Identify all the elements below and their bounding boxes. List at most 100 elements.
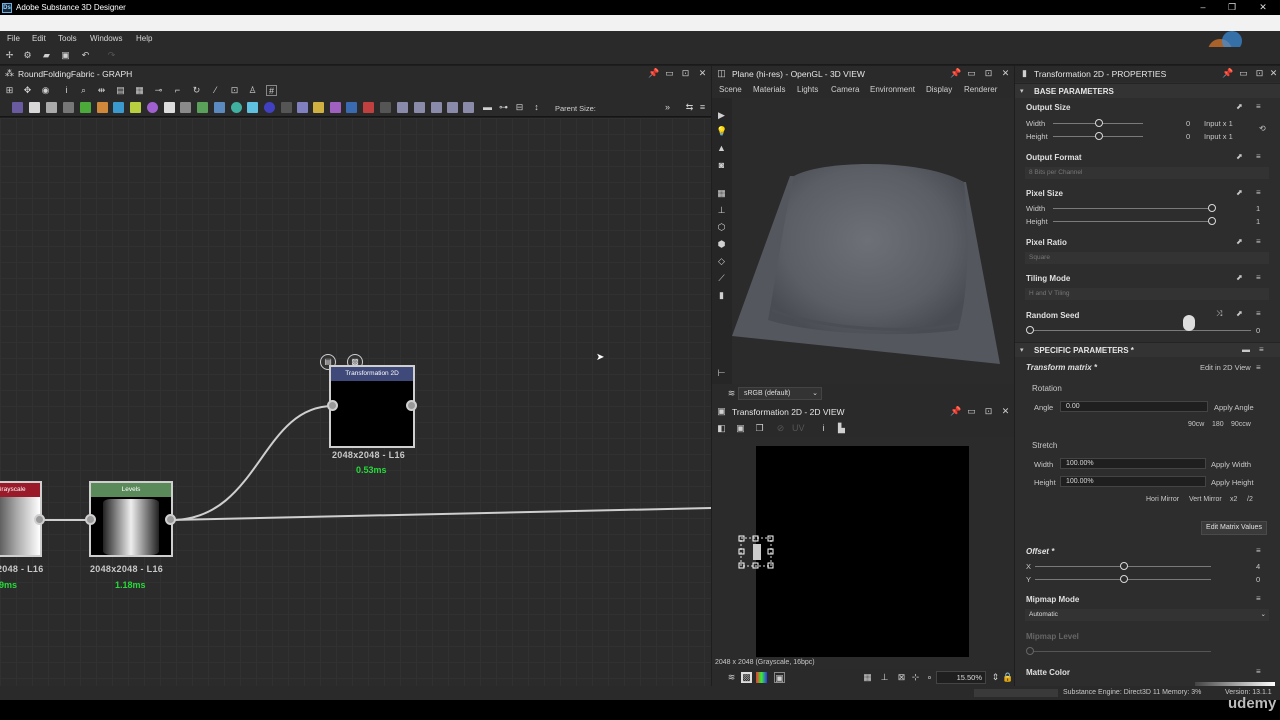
align-icon[interactable]: ▤ xyxy=(115,85,126,96)
menu-icon[interactable]: ≡ xyxy=(1256,152,1261,161)
input-port[interactable] xyxy=(327,400,338,411)
maximize-icon[interactable]: ⊡ xyxy=(1254,68,1265,79)
stretch-height-input[interactable]: 100.00% xyxy=(1060,476,1206,487)
info-icon[interactable]: i xyxy=(818,423,829,434)
menu-icon[interactable]: ≡ xyxy=(1256,546,1261,555)
shuffle-icon[interactable] xyxy=(63,102,74,113)
gradient-icon[interactable] xyxy=(46,102,57,113)
axis-icon[interactable]: ⊥ xyxy=(716,205,727,216)
pixel-ratio-dropdown[interactable]: Square xyxy=(1025,252,1269,264)
video-icon[interactable]: ▶ xyxy=(716,110,727,121)
mipmap-mode-dropdown[interactable]: Automatic ⌄ xyxy=(1025,609,1269,621)
edit-in-2d-view-link[interactable]: Edit in 2D View xyxy=(1200,363,1251,372)
menu-windows[interactable]: Windows xyxy=(90,34,122,43)
save-icon[interactable]: ▣ xyxy=(60,50,71,61)
output-height-knob[interactable] xyxy=(1095,132,1103,140)
histogram-icon[interactable]: ▙ xyxy=(836,423,847,434)
randomize-icon[interactable]: ⤨ xyxy=(1216,309,1222,319)
base-parameters-section[interactable]: ▾ BASE PARAMETERS xyxy=(1015,83,1280,98)
restore-icon[interactable]: ❐ xyxy=(1225,2,1239,13)
normal-icon[interactable] xyxy=(264,102,275,113)
copy-icon[interactable]: ❐ xyxy=(754,423,765,434)
pan-icon[interactable]: ⊥ xyxy=(879,672,890,683)
redo-icon[interactable]: ↷ xyxy=(106,50,117,61)
checker-icon[interactable] xyxy=(164,102,175,113)
info-icon[interactable]: i xyxy=(61,85,72,96)
export-icon[interactable]: ⊡ xyxy=(229,85,240,96)
edit-matrix-values-button[interactable]: Edit Matrix Values xyxy=(1201,521,1267,535)
float-icon[interactable]: ▭ xyxy=(966,406,977,417)
maximize-icon[interactable]: ⊡ xyxy=(983,68,994,79)
layers-icon[interactable]: ≋ xyxy=(726,388,737,399)
curve-icon[interactable] xyxy=(80,102,91,113)
output-port[interactable] xyxy=(165,514,176,525)
snap-icon[interactable]: # xyxy=(266,85,277,96)
pixel-height-knob[interactable] xyxy=(1208,217,1216,225)
blend-icon[interactable] xyxy=(180,102,191,113)
tile5-icon[interactable] xyxy=(463,102,474,113)
close-panel-icon[interactable]: ✕ xyxy=(1268,68,1279,79)
input-port[interactable] xyxy=(85,514,96,525)
menu-icon[interactable]: ≡ xyxy=(1256,188,1261,197)
hori-mirror-button[interactable]: Hori Mirror xyxy=(1146,496,1179,503)
menu-icon[interactable]: ≡ xyxy=(1256,667,1261,676)
pattern-icon[interactable] xyxy=(297,102,308,113)
zoom-dot-icon[interactable]: ∘ xyxy=(924,672,935,683)
function-graph-icon[interactable]: ⬈ xyxy=(1236,188,1243,197)
mountain-icon[interactable] xyxy=(247,102,258,113)
minimize-icon[interactable]: – xyxy=(1196,2,1210,12)
menu-help[interactable]: Help xyxy=(136,34,152,43)
person-icon[interactable]: ♙ xyxy=(247,85,258,96)
menu-file[interactable]: File xyxy=(7,34,20,43)
menu-lights[interactable]: Lights xyxy=(797,85,818,94)
pixel-processor-icon[interactable] xyxy=(113,102,124,113)
environment-icon[interactable]: ▲ xyxy=(716,143,727,154)
screenshot-icon[interactable]: ◙ xyxy=(716,160,727,171)
triangle-icon[interactable] xyxy=(313,102,324,113)
apply-height-button[interactable]: Apply Height xyxy=(1211,478,1254,487)
view2d-viewport[interactable] xyxy=(712,437,1014,659)
tile2-icon[interactable] xyxy=(414,102,425,113)
wire-icon[interactable]: ⬢ xyxy=(716,239,727,250)
expand-icon[interactable]: ⊢ xyxy=(716,368,727,379)
menu-tools[interactable]: Tools xyxy=(58,34,77,43)
sphere-icon[interactable] xyxy=(147,102,158,113)
wand-icon[interactable]: ⁄ xyxy=(210,85,221,96)
output-port[interactable] xyxy=(34,514,45,525)
function-graph-icon[interactable]: ⬈ xyxy=(1236,102,1243,111)
tile4-icon[interactable] xyxy=(447,102,458,113)
angle-input[interactable]: 0.00 xyxy=(1060,401,1208,412)
fx-map-icon[interactable] xyxy=(363,102,374,113)
center-icon[interactable]: ⊹ xyxy=(910,672,921,683)
warp-icon[interactable] xyxy=(197,102,208,113)
stretch-width-input[interactable]: 100.00% xyxy=(1060,458,1206,469)
pin-node-icon[interactable]: ⊶ xyxy=(498,102,509,113)
colorspace-select[interactable]: sRGB (default) ⌄ xyxy=(738,387,822,400)
apply-width-button[interactable]: Apply Width xyxy=(1211,460,1251,469)
pin-icon[interactable]: 📌 xyxy=(950,406,961,417)
dots-icon[interactable] xyxy=(281,102,292,113)
menu-environment[interactable]: Environment xyxy=(870,85,915,94)
layers-icon[interactable]: ≋ xyxy=(726,672,737,683)
vert-mirror-button[interactable]: Vert Mirror xyxy=(1189,496,1222,503)
channel-icon[interactable]: ▣ xyxy=(774,672,785,683)
output-port[interactable] xyxy=(406,400,417,411)
function-icon[interactable] xyxy=(380,102,391,113)
link-icon[interactable]: ⊸ xyxy=(153,85,164,96)
link-ratio-icon[interactable]: ⟲ xyxy=(1259,124,1266,133)
float-icon[interactable]: ▭ xyxy=(664,68,675,79)
random-seed-knob[interactable] xyxy=(1026,326,1034,334)
offset-y-knob[interactable] xyxy=(1120,575,1128,583)
tangent-icon[interactable]: ⟋ xyxy=(716,273,727,284)
output-format-dropdown[interactable]: 8 Bits per Channel xyxy=(1025,167,1269,179)
transform-gizmo[interactable] xyxy=(738,535,774,569)
menu-edit[interactable]: Edit xyxy=(32,34,46,43)
zoom-field[interactable]: 15.50% xyxy=(936,671,986,684)
image-input-icon[interactable] xyxy=(12,102,23,113)
plane-icon[interactable]: ◇ xyxy=(716,256,727,267)
text-icon[interactable] xyxy=(330,102,341,113)
close-panel-icon[interactable]: ✕ xyxy=(1000,406,1011,417)
navigation-icon[interactable]: ↕ xyxy=(531,102,542,113)
frame-select-icon[interactable] xyxy=(346,102,357,113)
float-icon[interactable]: ▭ xyxy=(1238,68,1249,79)
